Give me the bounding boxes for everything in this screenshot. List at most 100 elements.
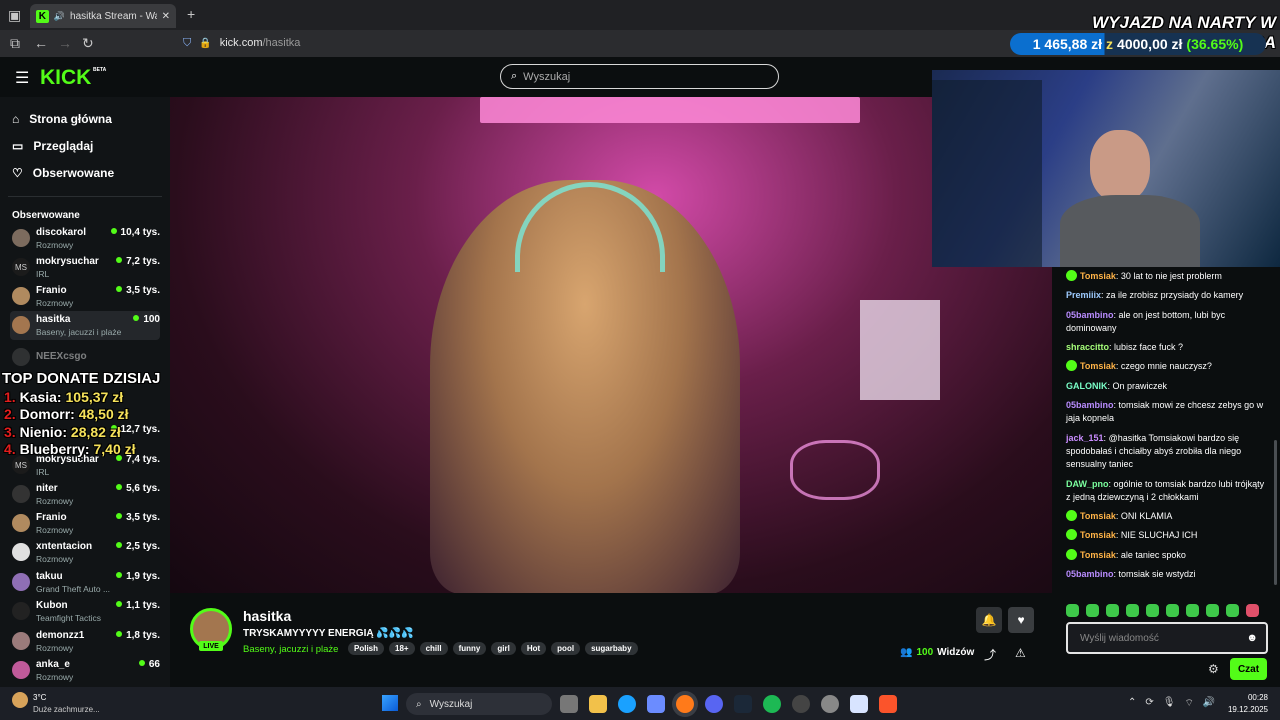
- app-icon[interactable]: [792, 695, 810, 713]
- emote-icon[interactable]: [1186, 604, 1199, 617]
- sync-icon[interactable]: ⟳: [1145, 697, 1153, 710]
- chat-username[interactable]: Tomsiak: [1080, 511, 1116, 521]
- tag[interactable]: sugarbaby: [585, 642, 638, 655]
- clock-date[interactable]: 19.12.2025: [1222, 705, 1268, 714]
- channel-name: NEEXcsgo: [36, 351, 87, 362]
- kick-logo[interactable]: KICK: [40, 66, 91, 90]
- send-chat-button[interactable]: Czat: [1230, 658, 1267, 680]
- firefox-icon[interactable]: [676, 695, 694, 713]
- chat-username[interactable]: 05bambino: [1066, 310, 1114, 320]
- chat-username[interactable]: 05bambino: [1066, 400, 1114, 410]
- volume-icon[interactable]: 🔊: [1203, 697, 1215, 710]
- menu-icon[interactable]: ☰: [15, 68, 29, 88]
- taskbar-search[interactable]: ⌕ Wyszukaj: [406, 693, 552, 715]
- goal-current: 1 465,88 zł: [1032, 36, 1103, 52]
- reload-icon[interactable]: ↻: [82, 36, 94, 50]
- report-icon[interactable]: ⚠: [1015, 646, 1026, 660]
- tag[interactable]: chill: [419, 642, 448, 655]
- wifi-icon[interactable]: ⌔: [1184, 697, 1193, 710]
- emote-icon[interactable]: [1226, 604, 1239, 617]
- emote-icon[interactable]: [1126, 604, 1139, 617]
- channel-item[interactable]: Franio Rozmowy 3,5 tys.: [10, 509, 160, 538]
- follow-button[interactable]: ♥: [1008, 607, 1034, 633]
- chat-username[interactable]: shraccitto: [1066, 342, 1109, 352]
- app-icon[interactable]: [850, 695, 868, 713]
- chat-settings-icon[interactable]: ⚙: [1208, 662, 1219, 676]
- share-icon[interactable]: ⤴: [984, 646, 996, 663]
- sidebar-item-home[interactable]: ⌂ Strona główna: [0, 105, 170, 132]
- clock-time[interactable]: 00:28: [1238, 693, 1268, 702]
- tag[interactable]: pool: [551, 642, 581, 655]
- channel-item[interactable]: NEEXcsgo: [10, 343, 160, 372]
- sidebar-toggle-icon[interactable]: ⧉: [10, 36, 20, 50]
- emote-icon[interactable]: [1166, 604, 1179, 617]
- chat-message: Tomsiak: ONI KLAMIA: [1066, 510, 1266, 523]
- discord-icon[interactable]: [705, 695, 723, 713]
- channel-item-active[interactable]: hasitka Baseny, jacuzzi i plaże 100: [10, 311, 160, 340]
- chat-scrollbar[interactable]: [1274, 440, 1277, 585]
- emote-icon[interactable]: [1206, 604, 1219, 617]
- emote-icon[interactable]: [1246, 604, 1259, 617]
- chat-username[interactable]: DAW_pno: [1066, 479, 1109, 489]
- stream-category[interactable]: Baseny, jacuzzi i plaże: [243, 644, 338, 655]
- channel-name: Franio: [36, 285, 67, 296]
- sidebar-item-following[interactable]: ♡ Obserwowane: [0, 159, 170, 186]
- channel-item[interactable]: anka_e Rozmowy 66: [10, 656, 160, 685]
- brave-icon[interactable]: [879, 695, 897, 713]
- sidebar-item-browse[interactable]: ▭ Przeglądaj: [0, 132, 170, 159]
- chat-username[interactable]: 05bambino: [1066, 569, 1114, 579]
- store-icon[interactable]: [647, 695, 665, 713]
- tag[interactable]: 18+: [389, 642, 415, 655]
- channel-item[interactable]: takuu Grand Theft Auto ... 1,9 tys.: [10, 568, 160, 597]
- channel-item[interactable]: Kubon Teamfight Tactics 1,1 tys.: [10, 597, 160, 626]
- channel-item[interactable]: xntentacion Rozmowy 2,5 tys.: [10, 538, 160, 567]
- settings-icon[interactable]: [821, 695, 839, 713]
- avatar: [12, 573, 30, 591]
- edge-icon[interactable]: [618, 695, 636, 713]
- channel-item[interactable]: MS mokrysuchar IRL 7,2 tys.: [10, 253, 160, 282]
- chat-username[interactable]: GALONIK: [1066, 381, 1108, 391]
- forward-icon[interactable]: →: [58, 36, 72, 50]
- new-tab-icon[interactable]: +: [187, 7, 195, 21]
- chat-message: Premiiix: za ile zrobisz przysiady do ka…: [1066, 290, 1244, 301]
- channel-item[interactable]: niter Rozmowy 5,6 tys.: [10, 480, 160, 509]
- file-explorer-icon[interactable]: [589, 695, 607, 713]
- tag[interactable]: girl: [491, 642, 516, 655]
- chat-username[interactable]: Tomsiak: [1080, 530, 1116, 540]
- tag[interactable]: Hot: [520, 642, 547, 655]
- tab-close-icon[interactable]: ✕: [162, 11, 170, 22]
- chevron-up-icon[interactable]: ⌃: [1128, 697, 1136, 710]
- channel-item[interactable]: Franio Rozmowy 3,5 tys.: [10, 282, 160, 311]
- heart-icon: ♥: [1017, 613, 1025, 627]
- mic-icon[interactable]: 🎙: [1163, 697, 1176, 710]
- url-field[interactable]: ⛉ 🔒 kick.com/hasitka: [175, 33, 1005, 53]
- emoji-icon[interactable]: ☻: [1246, 632, 1258, 644]
- emote-icon[interactable]: [1086, 604, 1099, 617]
- notification-bell-button[interactable]: 🔔: [976, 607, 1002, 633]
- emote-icon[interactable]: [1106, 604, 1119, 617]
- chat-username[interactable]: jack_151: [1066, 433, 1104, 443]
- chat-username[interactable]: Tomsiak: [1080, 361, 1116, 371]
- channel-item[interactable]: demonzz1 Rozmowy 1,8 tys.: [10, 627, 160, 656]
- steam-icon[interactable]: [734, 695, 752, 713]
- chat-username[interactable]: Premiiix: [1066, 290, 1101, 300]
- tag[interactable]: funny: [452, 642, 487, 655]
- weather-icon[interactable]: [12, 692, 28, 708]
- channel-item[interactable]: discokarol Rozmowy 10,4 tys.: [10, 224, 160, 253]
- system-tray[interactable]: ⌃ ⟳ 🎙 ⌔ 🔊: [1128, 697, 1215, 710]
- start-icon[interactable]: [382, 695, 398, 711]
- task-view-icon[interactable]: [560, 695, 578, 713]
- spotify-icon[interactable]: [763, 695, 781, 713]
- home-icon: ⌂: [12, 111, 20, 126]
- chat-input[interactable]: Wyślij wiadomość ☻: [1066, 622, 1268, 654]
- browser-tab-active[interactable]: K 🔊 hasitka Stream - Watch Live ✕: [30, 4, 176, 28]
- tag[interactable]: Polish: [348, 642, 385, 655]
- streamer-name[interactable]: hasitka: [243, 608, 291, 624]
- back-icon[interactable]: ←: [34, 36, 48, 50]
- emote-icon[interactable]: [1066, 604, 1079, 617]
- tab-actions-icon[interactable]: ▣: [8, 8, 21, 22]
- emote-icon[interactable]: [1146, 604, 1159, 617]
- search-input[interactable]: ⌕ Wyszukaj: [500, 64, 779, 89]
- chat-username[interactable]: Tomsiak: [1080, 550, 1116, 560]
- chat-username[interactable]: Tomsiak: [1080, 271, 1116, 281]
